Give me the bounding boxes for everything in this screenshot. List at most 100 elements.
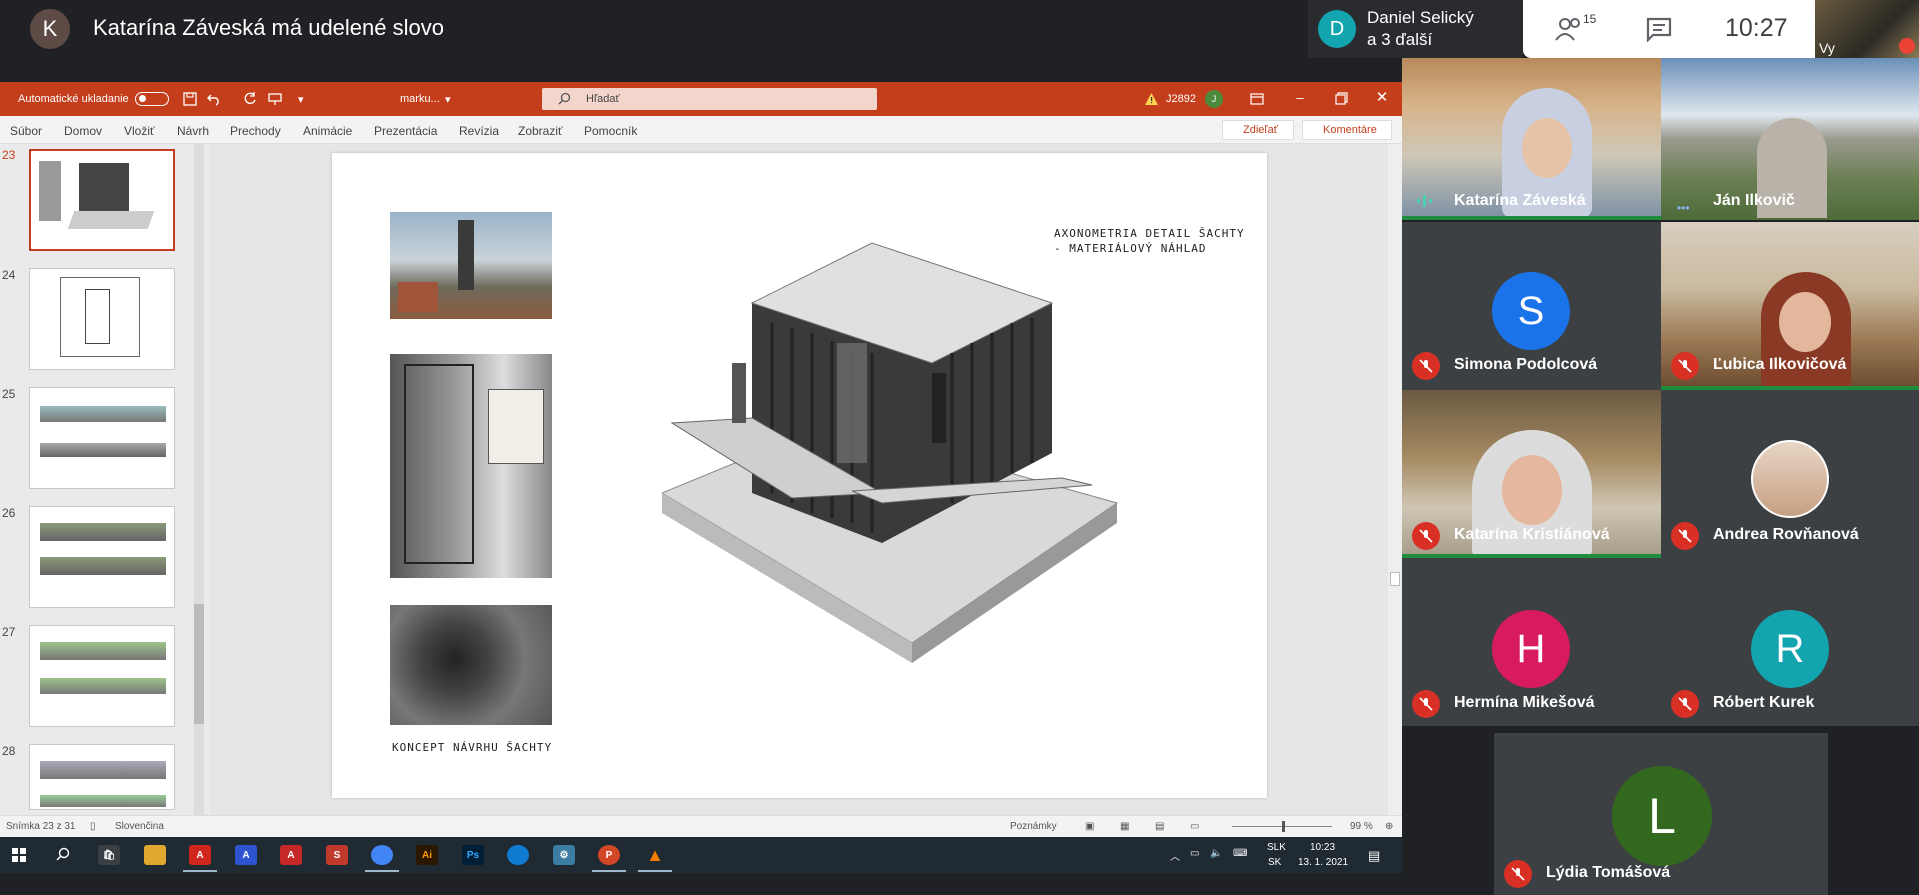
menu-revizia[interactable]: Revízia (459, 124, 499, 138)
ppt-title-bar: Automatické ukladanie ▾ marku... ▾ Hľada… (0, 82, 1402, 116)
pinned-participant-chip[interactable]: D Daniel Selický a 3 ďalší (1308, 0, 1523, 58)
restore-icon[interactable] (1335, 92, 1348, 105)
warning-icon[interactable] (1145, 93, 1158, 105)
fit-slide-icon[interactable]: ⊕ (1385, 821, 1393, 832)
autocad-icon[interactable]: A (235, 845, 257, 865)
powerpoint-icon[interactable]: P (598, 845, 620, 865)
ribbon-display-icon[interactable] (1250, 92, 1264, 106)
slide-caption-line-2: - MATERIÁLOVÝ NÁHLAD (1054, 242, 1207, 255)
menu-animacie[interactable]: Animácie (303, 124, 352, 138)
zoom-level[interactable]: 99 % (1350, 821, 1373, 832)
autosave-toggle[interactable] (135, 92, 169, 106)
store-icon[interactable]: 🛍 (98, 845, 120, 865)
presenter-avatar: K (30, 9, 70, 49)
language-status[interactable]: Slovenčina (115, 821, 164, 832)
edge-icon[interactable] (507, 845, 529, 865)
participant-tile[interactable]: Andrea Rovňanová (1661, 390, 1919, 558)
participant-tile[interactable]: L Lýdia Tomášová (1494, 733, 1828, 895)
participant-tile[interactable]: Ľubica Ilkovičová (1661, 222, 1919, 390)
participant-tile[interactable]: Ján Ilkovič ••• (1661, 58, 1919, 220)
thumbnail-scrollbar[interactable] (194, 144, 204, 815)
speaking-indicator-icon (1417, 195, 1432, 207)
menu-pomocnik[interactable]: Pomocník (584, 124, 637, 138)
self-label: Vy (1819, 40, 1835, 56)
file-explorer-icon[interactable] (144, 845, 166, 865)
slide-caption-right: AXONOMETRIA DETAIL ŠACHTY - MATERIÁLOVÝ … (1054, 226, 1245, 256)
share-button[interactable]: Zdieľať (1222, 120, 1294, 140)
menu-navrh[interactable]: Návrh (177, 124, 209, 138)
normal-view-icon[interactable]: ▣ (1085, 821, 1094, 832)
keyboard-icon[interactable]: ⌨ (1233, 848, 1247, 859)
present-icon[interactable] (268, 92, 282, 106)
mic-off-icon (1412, 352, 1440, 380)
file-name[interactable]: marku... (400, 93, 440, 105)
reading-view-icon[interactable]: ▤ (1155, 821, 1164, 832)
chrome-icon[interactable] (371, 845, 393, 865)
tray-chevron-icon[interactable]: ︿ (1170, 848, 1180, 863)
taskbar-time[interactable]: 10:23 (1310, 842, 1335, 853)
mic-off-icon (1412, 522, 1440, 550)
slide-thumbnail-26[interactable] (29, 506, 175, 608)
menu-prechody[interactable]: Prechody (230, 124, 281, 138)
app-icon[interactable]: ⚙ (553, 845, 575, 865)
photoshop-icon[interactable]: Ps (462, 845, 484, 865)
slide-scrollbar[interactable] (1388, 144, 1402, 815)
slide-thumbnail-25[interactable] (29, 387, 175, 489)
close-icon[interactable]: ✕ (1374, 90, 1390, 106)
more-options-icon[interactable]: ••• (1677, 201, 1690, 215)
vlc-icon[interactable]: ▲ (644, 845, 666, 865)
file-chevron-icon[interactable]: ▾ (445, 93, 451, 106)
participant-tile[interactable]: Katarína Kristiánová (1402, 390, 1661, 558)
qat-more-icon[interactable]: ▾ (298, 93, 304, 106)
battery-icon[interactable]: ▭ (1190, 848, 1199, 859)
zoom-slider-handle[interactable] (1282, 821, 1285, 832)
slideshow-icon[interactable]: ▭ (1190, 821, 1199, 832)
book-icon[interactable]: ▯ (90, 821, 96, 832)
mic-off-icon (1504, 860, 1532, 888)
participant-name: Lýdia Tomášová (1546, 864, 1671, 881)
menu-zobrazit[interactable]: Zobraziť (518, 124, 563, 138)
presenter-status-text: Katarína Záveská má udelené slovo (93, 15, 444, 40)
undo-icon[interactable] (207, 92, 221, 106)
menu-subor[interactable]: Súbor (10, 124, 42, 138)
slide-thumbnail-27[interactable] (29, 625, 175, 727)
self-video-tile[interactable]: Vy (1815, 0, 1919, 58)
search-placeholder: Hľadať (586, 93, 620, 105)
participant-tile[interactable]: R Róbert Kurek (1661, 558, 1919, 726)
menu-prezentacia[interactable]: Prezentácia (374, 124, 437, 138)
minimize-icon[interactable]: – (1292, 90, 1308, 106)
notes-button[interactable]: Poznámky (1010, 821, 1057, 832)
menu-vlozit[interactable]: Vložiť (124, 124, 155, 138)
participant-tile[interactable]: H Hermína Mikešová (1402, 558, 1661, 726)
participant-tile[interactable]: Katarína Záveská (1402, 58, 1661, 220)
redo-icon[interactable] (243, 92, 257, 106)
taskbar-search-icon[interactable] (56, 847, 70, 861)
participant-avatar: H (1492, 610, 1570, 688)
input-lang-2[interactable]: SK (1268, 857, 1281, 868)
search-input[interactable]: Hľadať (542, 88, 877, 110)
windows-start-icon[interactable] (12, 848, 26, 862)
search-icon (558, 92, 571, 105)
input-lang-1[interactable]: SLK (1267, 842, 1286, 853)
taskbar-date[interactable]: 13. 1. 2021 (1298, 857, 1348, 868)
current-slide[interactable]: AXONOMETRIA DETAIL ŠACHTY - MATERIÁLOVÝ … (332, 153, 1267, 798)
acrobat-icon[interactable]: A (189, 845, 211, 865)
mic-off-icon (1671, 690, 1699, 718)
slide-thumbnail-24[interactable] (29, 268, 175, 370)
sketchup-icon[interactable]: S (326, 845, 348, 865)
save-icon[interactable] (183, 92, 197, 106)
illustrator-icon[interactable]: Ai (416, 845, 438, 865)
slide-thumbnail-23[interactable] (29, 149, 175, 251)
participant-tile[interactable]: S Simona Podolcová (1402, 222, 1661, 390)
notifications-icon[interactable]: ▤ (1368, 848, 1380, 864)
chat-icon[interactable] (1645, 16, 1673, 42)
sorter-view-icon[interactable]: ▦ (1120, 821, 1129, 832)
volume-icon[interactable]: 🔈 (1210, 848, 1222, 859)
shaft-axonometric-drawing (662, 242, 1119, 663)
acrobat-reader-icon[interactable]: A (280, 845, 302, 865)
comments-button[interactable]: Komentáre (1302, 120, 1392, 140)
slide-thumbnail-28[interactable] (29, 744, 175, 810)
user-avatar[interactable]: J (1205, 90, 1223, 108)
meet-clock: 10:27 (1725, 14, 1788, 42)
menu-domov[interactable]: Domov (64, 124, 102, 138)
